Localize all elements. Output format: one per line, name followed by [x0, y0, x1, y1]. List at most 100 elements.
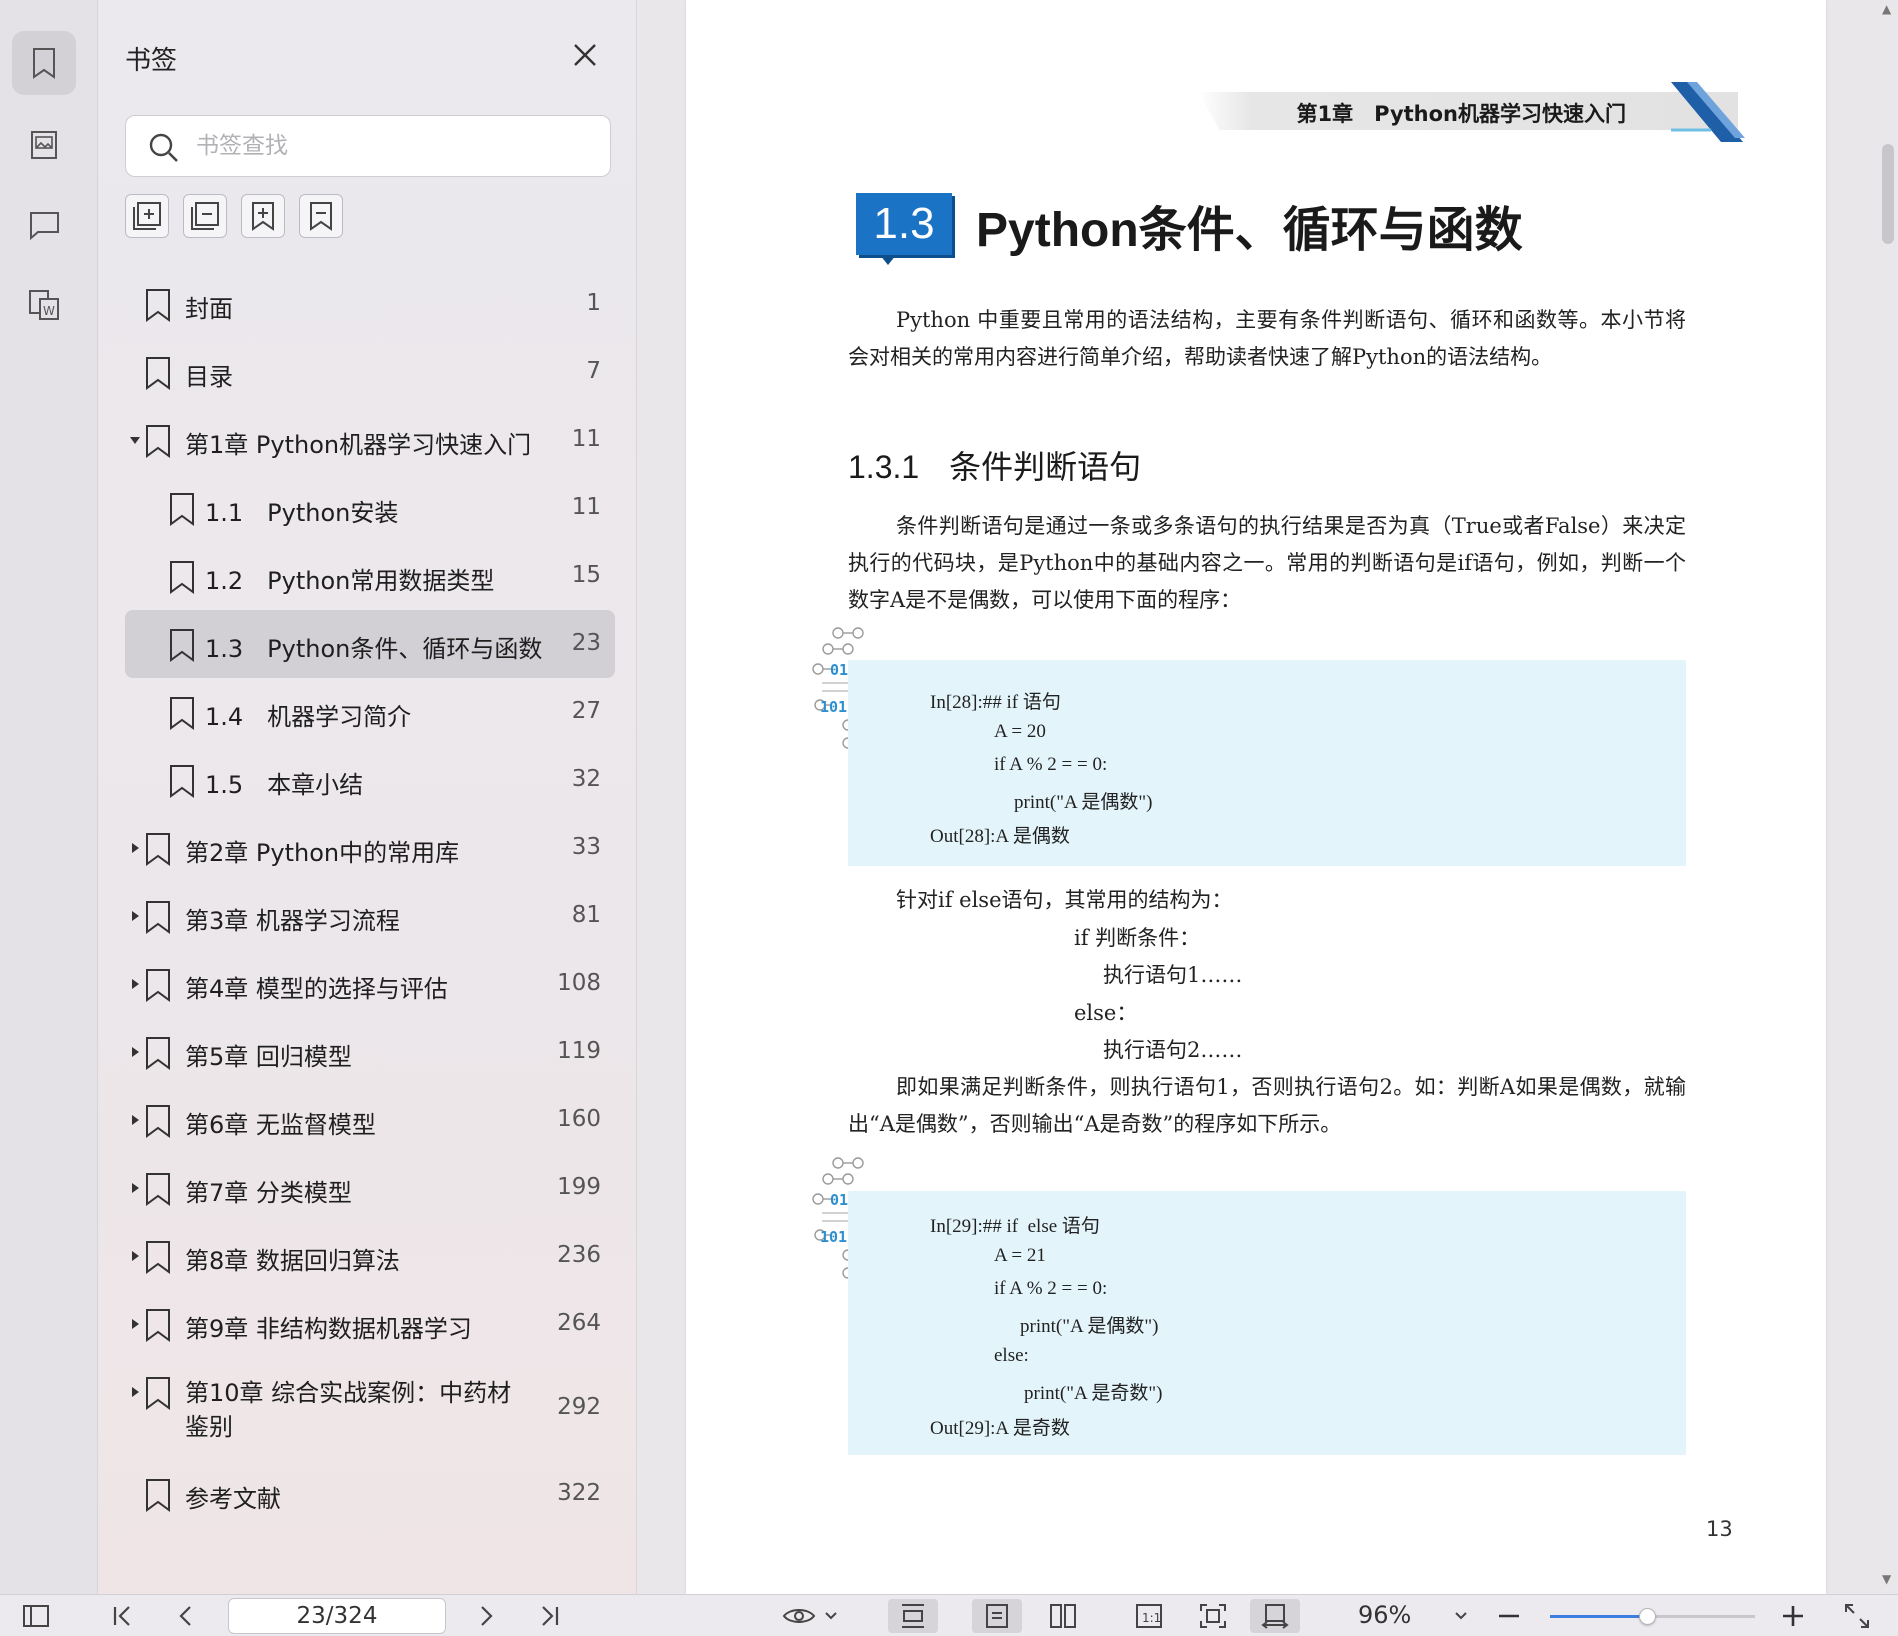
bookmark-label: 第1章 Python机器学习快速入门 [185, 431, 532, 459]
bookmark-label: 1.5 本章小结 [205, 771, 364, 799]
bookmark-page-number: 1 [586, 290, 601, 316]
zoom-level[interactable]: 96% [1358, 1601, 1411, 1629]
bookmark-icon [146, 357, 170, 390]
svg-text:W: W [43, 304, 55, 318]
image-icon[interactable] [12, 113, 76, 177]
bookmark-item[interactable]: 1.4 机器学习简介 27 [125, 678, 615, 746]
zoom-dropdown-icon[interactable] [1446, 1599, 1476, 1633]
bookmark-search[interactable] [125, 115, 611, 177]
scroll-down-icon[interactable]: ▼ [1882, 1572, 1891, 1586]
comment-icon[interactable] [12, 193, 76, 257]
fit-page-icon[interactable] [1188, 1599, 1238, 1633]
bookmark-item[interactable]: 第10章 综合实战案例：中药材鉴别 292 [125, 1358, 615, 1460]
bookmark-item[interactable]: 第5章 回归模型 119 [125, 1018, 615, 1086]
collapsed-arrow-icon[interactable] [129, 1248, 141, 1264]
bookmark-item[interactable]: 1.2 Python常用数据类型 15 [125, 542, 615, 610]
bookmark-item[interactable]: 第2章 Python中的常用库 33 [125, 814, 615, 882]
code-line: print("A 是奇数") [1024, 1383, 1163, 1404]
collapsed-arrow-icon[interactable] [129, 840, 141, 856]
bookmark-page-number: 7 [586, 358, 601, 384]
page-number-input[interactable]: 23/324 [228, 1598, 446, 1634]
paragraph-condition: 条件判断语句是通过一条或多条语句的执行结果是否为真（True或者False）来决… [848, 514, 1686, 612]
bookmark-icon [146, 1241, 170, 1274]
bookmark-label: 第5章 回归模型 [185, 1043, 352, 1071]
code-line: A = 20 [994, 721, 1046, 742]
collapsed-arrow-icon[interactable] [129, 1180, 141, 1196]
bookmark-label: 第7章 分类模型 [185, 1179, 352, 1207]
bookmark-tools [125, 194, 343, 238]
zoom-slider[interactable] [1550, 1608, 1755, 1625]
scroll-up-icon[interactable]: ▲ [1882, 2, 1891, 16]
bookmark-item[interactable]: 第7章 分类模型 199 [125, 1154, 615, 1222]
actual-size-icon[interactable]: 1:1 [1124, 1599, 1174, 1633]
code-block-2: In[29]:## if else 语句 A = 21 if A % 2 = =… [848, 1191, 1686, 1455]
scrollbar-thumb[interactable] [1882, 144, 1894, 244]
bookmark-item[interactable]: 1.1 Python安装 11 [125, 474, 615, 542]
bookmark-page-number: 108 [557, 970, 601, 996]
bookmark-item[interactable]: 第1章 Python机器学习快速入门 11 [125, 406, 615, 474]
chapter-header: 第1章 Python机器学习快速入门 [1198, 92, 1738, 130]
bookmark-icon[interactable] [12, 31, 76, 95]
document-page: 第1章 Python机器学习快速入门 1.3 Python条件、循环与函数 Py… [686, 0, 1826, 1594]
bookmark-icon [146, 1173, 170, 1206]
prev-page-icon[interactable] [172, 1599, 200, 1633]
bookmark-icon [146, 1037, 170, 1070]
code-block-1: In[28]:## if 语句 A = 20 if A % 2 = = 0: p… [848, 660, 1686, 866]
bookmark-page-number: 32 [571, 766, 601, 792]
bookmark-icon [146, 1105, 170, 1138]
bookmark-page-number: 119 [557, 1038, 601, 1064]
expand-all-icon[interactable] [125, 194, 169, 238]
collapsed-arrow-icon[interactable] [129, 1044, 141, 1060]
document-viewport[interactable]: 第1章 Python机器学习快速入门 1.3 Python条件、循环与函数 Py… [638, 0, 1898, 1594]
bookmark-item[interactable]: 1.5 本章小结 32 [125, 746, 615, 814]
code-line: if A % 2 = = 0: [994, 754, 1108, 775]
double-page-icon[interactable] [1038, 1599, 1088, 1633]
expanded-arrow-icon[interactable] [129, 432, 141, 448]
add-bookmark-icon[interactable] [241, 194, 285, 238]
collapsed-arrow-icon[interactable] [129, 908, 141, 924]
word-convert-icon[interactable]: W [12, 273, 76, 337]
bookmark-icon [170, 561, 194, 594]
fullscreen-icon[interactable] [1842, 1599, 1872, 1633]
first-page-icon[interactable] [108, 1599, 136, 1633]
vertical-scrollbar[interactable]: ▲ ▼ [1880, 0, 1894, 1594]
code-line: else: [994, 1345, 1029, 1366]
bookmark-item[interactable]: 第6章 无监督模型 160 [125, 1086, 615, 1154]
close-icon[interactable] [570, 40, 600, 70]
code-line: if A % 2 = = 0: [994, 1278, 1108, 1299]
bookmark-item[interactable]: 1.3 Python条件、循环与函数 23 [125, 610, 615, 678]
zoom-in-icon[interactable] [1778, 1599, 1808, 1633]
bookmark-item[interactable]: 第8章 数据回归算法 236 [125, 1222, 615, 1290]
remove-bookmark-icon[interactable] [299, 194, 343, 238]
bookmark-item[interactable]: 参考文献 322 [125, 1460, 615, 1528]
collapsed-arrow-icon[interactable] [129, 1384, 141, 1400]
sidebar-toggle-icon[interactable] [18, 1599, 54, 1633]
bookmark-label: 目录 [185, 363, 233, 391]
bookmark-item[interactable]: 第9章 非结构数据机器学习 264 [125, 1290, 615, 1358]
bookmark-icon [146, 969, 170, 1002]
bookmark-item[interactable]: 目录 7 [125, 338, 615, 406]
fit-width-icon[interactable] [888, 1599, 938, 1633]
collapsed-arrow-icon[interactable] [129, 1316, 141, 1332]
bookmark-item[interactable]: 封面 1 [125, 270, 615, 338]
bookmark-label: 参考文献 [185, 1485, 281, 1513]
bookmark-item[interactable]: 第3章 机器学习流程 81 [125, 882, 615, 950]
bookmark-page-number: 236 [557, 1242, 601, 1268]
bookmark-label: 1.3 Python条件、循环与函数 [205, 635, 543, 663]
zoom-out-icon[interactable] [1494, 1599, 1524, 1633]
next-page-icon[interactable] [472, 1599, 500, 1633]
zoom-slider-knob[interactable] [1639, 1608, 1657, 1625]
view-mode-icon[interactable] [780, 1599, 840, 1633]
collapsed-arrow-icon[interactable] [129, 976, 141, 992]
continuous-scroll-icon[interactable] [1250, 1599, 1300, 1633]
bookmark-icon [170, 765, 194, 798]
collapse-all-icon[interactable] [183, 194, 227, 238]
bookmark-item[interactable]: 第4章 模型的选择与评估 108 [125, 950, 615, 1018]
single-page-icon[interactable] [972, 1599, 1022, 1633]
bookmark-page-number: 11 [571, 494, 601, 520]
collapsed-arrow-icon[interactable] [129, 1112, 141, 1128]
search-input[interactable] [196, 126, 596, 166]
bookmark-icon [170, 697, 194, 730]
bookmark-page-number: 33 [571, 834, 601, 860]
last-page-icon[interactable] [536, 1599, 564, 1633]
